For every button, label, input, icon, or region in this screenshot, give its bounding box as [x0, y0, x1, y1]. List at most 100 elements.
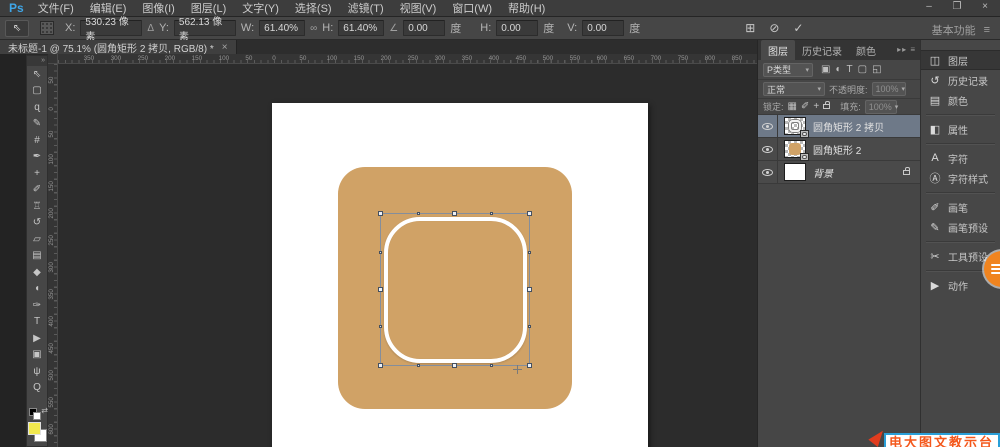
- link-dimensions-icon[interactable]: ∞: [310, 23, 317, 34]
- restore-button[interactable]: ❐: [950, 1, 964, 12]
- tab-close-icon[interactable]: ×: [222, 42, 228, 53]
- dock-item-color[interactable]: ▤颜色: [921, 90, 1000, 110]
- dock-item-properties[interactable]: ◧属性: [921, 119, 1000, 139]
- pen-tool[interactable]: ✑: [27, 297, 47, 314]
- fill-field[interactable]: 100%▾: [865, 100, 897, 114]
- workspace-switcher[interactable]: 基本功能 ≡: [932, 22, 990, 38]
- clone-stamp-tool[interactable]: ♖: [27, 198, 47, 215]
- filter-smart-objects-icon[interactable]: ◱: [872, 64, 881, 75]
- lock-all-icon[interactable]: [823, 104, 830, 109]
- layer-thumbnail[interactable]: [784, 140, 806, 158]
- panel-tab-color[interactable]: 颜色: [849, 40, 883, 60]
- filter-shape-layers-icon[interactable]: ▢: [858, 64, 867, 75]
- path-selection-tool[interactable]: ▶: [27, 330, 47, 347]
- dock-item-brush-presets[interactable]: ✎画笔预设: [921, 217, 1000, 237]
- menu-type[interactable]: 文字(Y): [242, 0, 279, 16]
- menu-filter[interactable]: 滤镜(T): [348, 0, 384, 16]
- layer-row[interactable]: 圆角矩形 2 拷贝: [758, 115, 920, 138]
- menu-select[interactable]: 选择(S): [295, 0, 332, 16]
- transform-handle-middle-left[interactable]: [378, 287, 383, 292]
- menu-file[interactable]: 文件(F): [38, 0, 74, 16]
- commit-transform-button[interactable]: ✓: [793, 21, 803, 35]
- brush-tool[interactable]: ✐: [27, 182, 47, 199]
- history-brush-tool[interactable]: ↺: [27, 215, 47, 232]
- minimize-button[interactable]: –: [922, 1, 936, 12]
- layer-visibility-cell[interactable]: [758, 115, 778, 137]
- default-colors-icon[interactable]: [29, 408, 37, 416]
- lock-position-icon[interactable]: +: [813, 101, 819, 112]
- hand-tool[interactable]: ψ: [27, 363, 47, 380]
- x-position-field[interactable]: 530.23 像素: [80, 20, 142, 36]
- path-anchor-point[interactable]: [490, 364, 493, 367]
- swap-colors-icon[interactable]: ⇄: [41, 406, 48, 415]
- toolbar-collapse-icon[interactable]: »: [27, 56, 47, 66]
- menu-help[interactable]: 帮助(H): [508, 0, 545, 16]
- panel-tab-layers[interactable]: 图层: [761, 40, 795, 60]
- document-tab[interactable]: 未标题-1 @ 75.1% (圆角矩形 2 拷贝, RGB/8) * ×: [0, 40, 237, 54]
- panel-tab-history[interactable]: 历史记录: [795, 40, 849, 60]
- transform-handle-top-right[interactable]: [527, 211, 532, 216]
- menu-image[interactable]: 图像(I): [142, 0, 174, 16]
- path-anchor-point[interactable]: [379, 325, 382, 328]
- menu-window[interactable]: 窗口(W): [452, 0, 492, 16]
- transform-handle-top-center[interactable]: [452, 211, 457, 216]
- filter-pixel-layers-icon[interactable]: ▣: [821, 64, 830, 75]
- blur-tool[interactable]: ◆: [27, 264, 47, 281]
- transform-handle-bottom-center[interactable]: [452, 363, 457, 368]
- path-anchor-point[interactable]: [528, 325, 531, 328]
- layer-name[interactable]: 背景: [813, 165, 833, 180]
- type-tool[interactable]: T: [27, 314, 47, 331]
- filter-adjustment-layers-icon[interactable]: ◐: [835, 64, 841, 75]
- reference-point-locator[interactable]: [40, 21, 54, 35]
- h-skew-field[interactable]: 0.00: [496, 20, 538, 36]
- eraser-tool[interactable]: ▱: [27, 231, 47, 248]
- transform-handle-middle-right[interactable]: [527, 287, 532, 292]
- warp-mode-button[interactable]: ⊞: [745, 21, 755, 35]
- crop-tool[interactable]: #: [27, 132, 47, 149]
- transform-handle-bottom-left[interactable]: [378, 363, 383, 368]
- layer-visibility-cell[interactable]: [758, 138, 778, 160]
- transform-handle-top-left[interactable]: [378, 211, 383, 216]
- opacity-field[interactable]: 100%▾: [872, 82, 906, 96]
- dock-item-history[interactable]: ↺历史记录: [921, 70, 1000, 90]
- gradient-tool[interactable]: ▤: [27, 248, 47, 265]
- layer-visibility-cell[interactable]: [758, 161, 778, 183]
- lasso-tool[interactable]: ɋ: [27, 99, 47, 116]
- move-tool[interactable]: ⇖: [27, 66, 47, 83]
- dock-item-character[interactable]: A字符: [921, 148, 1000, 168]
- layer-name[interactable]: 圆角矩形 2 拷贝: [813, 119, 884, 134]
- canvas[interactable]: [272, 103, 648, 447]
- v-skew-field[interactable]: 0.00: [582, 20, 624, 36]
- path-anchor-point[interactable]: [417, 212, 420, 215]
- layer-row[interactable]: 圆角矩形 2: [758, 138, 920, 161]
- foreground-color-swatch[interactable]: [28, 422, 41, 435]
- relative-positioning-icon[interactable]: Δ: [147, 23, 154, 34]
- y-position-field[interactable]: 562.13 像素: [174, 20, 236, 36]
- quick-selection-tool[interactable]: ✎: [27, 116, 47, 133]
- layer-row[interactable]: 背景: [758, 161, 920, 184]
- layer-thumbnail[interactable]: [784, 163, 806, 181]
- zoom-tool[interactable]: Q: [27, 380, 47, 397]
- dock-item-layers[interactable]: ◫图层: [921, 50, 1000, 70]
- path-anchor-point[interactable]: [528, 251, 531, 254]
- lock-transparent-pixels-icon[interactable]: ▦: [788, 101, 797, 112]
- tool-preset-picker[interactable]: ⇖: [5, 20, 29, 37]
- eye-icon[interactable]: [762, 146, 773, 153]
- dock-item-character-styles[interactable]: Ⓐ字符样式: [921, 168, 1000, 188]
- path-anchor-point[interactable]: [417, 364, 420, 367]
- blend-mode-dropdown[interactable]: 正常▾: [763, 82, 825, 96]
- panel-collapse-and-menu-icons[interactable]: ▸▸ ≡: [897, 45, 916, 54]
- height-field[interactable]: 61.40%: [338, 20, 384, 36]
- spot-healing-brush-tool[interactable]: +: [27, 165, 47, 182]
- layer-filter-kind-dropdown[interactable]: Ρ类型▾: [763, 63, 813, 77]
- rotation-field[interactable]: 0.00: [403, 20, 445, 36]
- rectangle-tool[interactable]: ▣: [27, 347, 47, 364]
- width-field[interactable]: 61.40%: [259, 20, 305, 36]
- filter-type-layers-icon[interactable]: T: [847, 64, 853, 75]
- path-anchor-point[interactable]: [490, 212, 493, 215]
- lock-paint-icon[interactable]: ✐: [801, 101, 809, 112]
- menu-view[interactable]: 视图(V): [400, 0, 437, 16]
- eye-icon[interactable]: [762, 123, 773, 130]
- transform-handle-bottom-right[interactable]: [527, 363, 532, 368]
- cancel-transform-button[interactable]: ⊘: [769, 21, 779, 35]
